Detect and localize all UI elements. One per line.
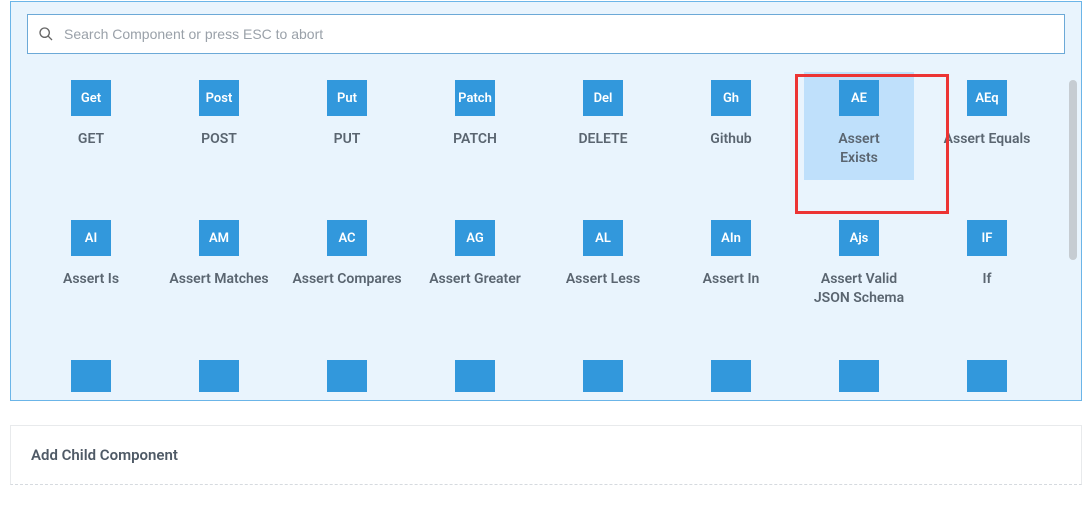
component-assert-matches[interactable]: AM Assert Matches xyxy=(155,212,283,352)
component-assert-valid-json-schema[interactable]: Ajs Assert Valid JSON Schema xyxy=(795,212,923,352)
component-partial[interactable] xyxy=(539,352,667,392)
component-grid-viewport: Get GET Post POST Put PUT Patch PATCH De… xyxy=(27,72,1065,392)
component-patch[interactable]: Patch PATCH xyxy=(411,72,539,212)
add-child-label: Add Child Component xyxy=(31,446,178,464)
component-tile xyxy=(967,360,1007,392)
add-child-component-button[interactable]: Add Child Component xyxy=(10,425,1082,485)
component-label: Assert Valid JSON Schema xyxy=(804,270,914,308)
component-partial[interactable] xyxy=(27,352,155,392)
component-picker-panel: Get GET Post POST Put PUT Patch PATCH De… xyxy=(10,1,1082,401)
component-tile: Ajs xyxy=(839,220,879,256)
component-get[interactable]: Get GET xyxy=(27,72,155,212)
component-tile xyxy=(455,360,495,392)
component-label: Assert Is xyxy=(63,270,119,289)
component-label: Assert Matches xyxy=(169,270,268,289)
component-put[interactable]: Put PUT xyxy=(283,72,411,212)
component-assert-compares[interactable]: AC Assert Compares xyxy=(283,212,411,352)
component-label: GET xyxy=(78,130,104,149)
selection-highlight: AE Assert Exists xyxy=(804,72,914,180)
component-assert-exists[interactable]: AE Assert Exists xyxy=(795,72,923,212)
component-partial[interactable] xyxy=(923,352,1051,392)
component-tile: Get xyxy=(71,80,111,116)
component-label: Github xyxy=(710,130,751,149)
component-partial[interactable] xyxy=(795,352,923,392)
component-tile xyxy=(711,360,751,392)
component-assert-equals[interactable]: AEq Assert Equals xyxy=(923,72,1051,212)
component-assert-greater[interactable]: AG Assert Greater xyxy=(411,212,539,352)
component-label: Assert Less xyxy=(566,270,640,289)
component-label: Assert Compares xyxy=(292,270,401,289)
component-assert-less[interactable]: AL Assert Less xyxy=(539,212,667,352)
search-wrapper xyxy=(27,14,1065,54)
component-tile: AI xyxy=(71,220,111,256)
component-label: DELETE xyxy=(578,130,627,149)
component-partial[interactable] xyxy=(283,352,411,392)
component-tile xyxy=(327,360,367,392)
component-partial[interactable] xyxy=(667,352,795,392)
component-label: PUT xyxy=(334,130,361,149)
component-tile: AE xyxy=(839,80,879,116)
component-tile: Put xyxy=(327,80,367,116)
component-tile xyxy=(583,360,623,392)
component-github[interactable]: Gh Github xyxy=(667,72,795,212)
component-tile xyxy=(839,360,879,392)
scrollbar-thumb[interactable] xyxy=(1069,80,1077,260)
component-tile: AG xyxy=(455,220,495,256)
search-input[interactable] xyxy=(64,26,1054,42)
component-tile: Patch xyxy=(455,80,495,116)
component-tile: Del xyxy=(583,80,623,116)
component-tile: AIn xyxy=(711,220,751,256)
component-label: Assert Exists xyxy=(818,130,900,168)
component-assert-in[interactable]: AIn Assert In xyxy=(667,212,795,352)
component-tile: AEq xyxy=(967,80,1007,116)
component-delete[interactable]: Del DELETE xyxy=(539,72,667,212)
component-tile: IF xyxy=(967,220,1007,256)
component-tile xyxy=(71,360,111,392)
component-label: Assert Equals xyxy=(944,130,1031,149)
scrollbar-track[interactable] xyxy=(1069,80,1077,388)
component-if[interactable]: IF If xyxy=(923,212,1051,352)
component-tile xyxy=(199,360,239,392)
component-tile: AC xyxy=(327,220,367,256)
component-label: If xyxy=(982,270,991,289)
search-icon xyxy=(38,26,54,42)
component-tile: AL xyxy=(583,220,623,256)
component-partial[interactable] xyxy=(155,352,283,392)
component-label: PATCH xyxy=(453,130,497,149)
component-tile: Gh xyxy=(711,80,751,116)
component-grid: Get GET Post POST Put PUT Patch PATCH De… xyxy=(27,72,1051,392)
component-label: Assert Greater xyxy=(429,270,521,289)
component-label: POST xyxy=(201,130,237,149)
component-tile: Post xyxy=(199,80,239,116)
component-partial[interactable] xyxy=(411,352,539,392)
component-label: Assert In xyxy=(703,270,760,289)
component-tile: AM xyxy=(199,220,239,256)
component-assert-is[interactable]: AI Assert Is xyxy=(27,212,155,352)
component-post[interactable]: Post POST xyxy=(155,72,283,212)
